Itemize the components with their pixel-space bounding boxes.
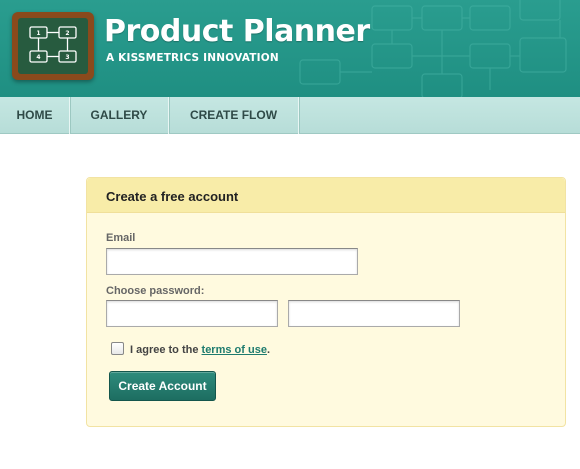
brand-subtitle: A KISSMETRICS INNOVATION [106,52,279,64]
email-field[interactable] [106,248,358,275]
password-field[interactable] [106,300,278,327]
password-label: Choose password: [106,285,205,297]
logo-box-3: 3 [65,54,69,61]
signup-panel-header: Create a free account [87,178,565,213]
nav-create-flow[interactable]: CREATE FLOW [169,97,300,134]
nav-home[interactable]: HOME [0,97,71,134]
terms-of-use-link[interactable]: terms of use [202,344,267,356]
terms-agreement: I agree to the terms of use. [130,344,270,356]
logo-slate: 1 2 4 3 [18,18,88,74]
create-account-button[interactable]: Create Account [109,371,216,401]
logo-box-4: 4 [36,54,40,61]
signup-title: Create a free account [106,189,239,204]
nav-gallery[interactable]: GALLERY [70,97,170,134]
email-label: Email [106,232,136,244]
logo-box-2: 2 [65,30,69,37]
terms-agree-suffix: . [266,344,271,356]
logo-box-1: 1 [36,30,40,37]
terms-agree-text: I agree to the [130,344,202,356]
main-nav: HOME GALLERY CREATE FLOW [0,97,580,134]
flowchart-board-icon: 1 2 4 3 [29,26,77,63]
brand-title[interactable]: Product Planner [104,14,370,49]
confirm-password-field[interactable] [288,300,460,327]
site-header: 1 2 4 3 Product Planner A KISSMETRICS IN… [0,0,580,97]
terms-checkbox[interactable] [111,342,124,355]
logo-icon[interactable]: 1 2 4 3 [12,12,94,80]
signup-panel: Create a free account Email Choose passw… [86,177,566,427]
